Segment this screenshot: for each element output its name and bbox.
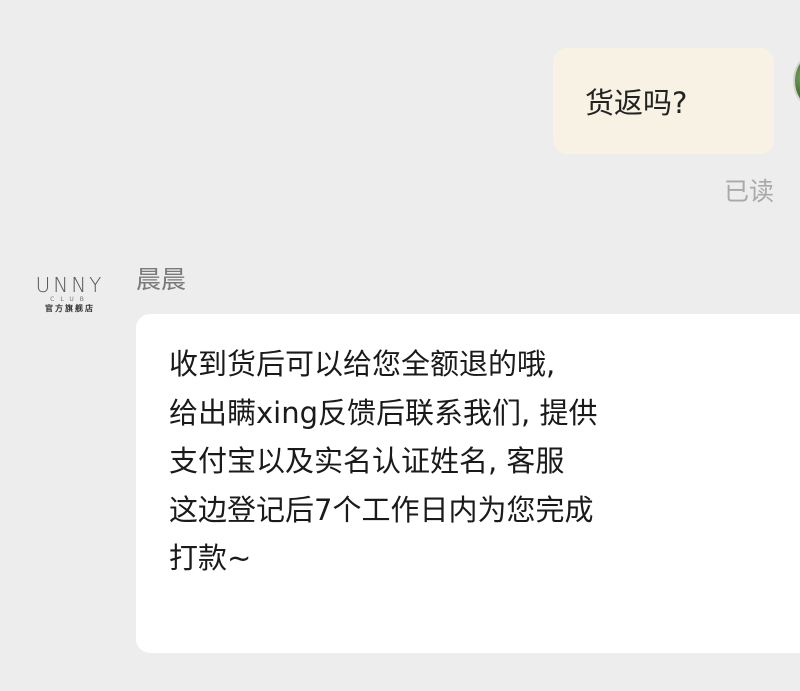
store-avatar-logo[interactable]: UNNY CLUB 官方旗舰店 (22, 274, 118, 322)
logo-subtitle: 官方旗舰店 (45, 304, 95, 313)
message-line: 收到货后可以给您全额退的哦, (169, 347, 556, 381)
logo-club-text: CLUB (50, 296, 90, 303)
logo-wordmark: UNNY (35, 273, 105, 297)
message-line: 这边登记后7个工作日内为您完成 (169, 492, 594, 527)
outgoing-message-bubble[interactable]: 货返吗? (553, 48, 774, 154)
user-avatar[interactable] (793, 56, 800, 106)
sender-name: 晨晨 (136, 265, 187, 294)
outgoing-message-text: 货返吗? (585, 86, 688, 120)
incoming-message-bubble[interactable]: 收到货后可以给您全额退的哦, 给出瞒xing反馈后联系我们, 提供 支付宝以及实… (136, 314, 800, 653)
message-line: 给出瞒xing反馈后联系我们, 提供 (169, 395, 598, 430)
message-line: 支付宝以及实名认证姓名, 客服 (169, 444, 565, 478)
read-status-label: 已读 (723, 177, 774, 206)
message-line: 打款~ (169, 541, 252, 575)
